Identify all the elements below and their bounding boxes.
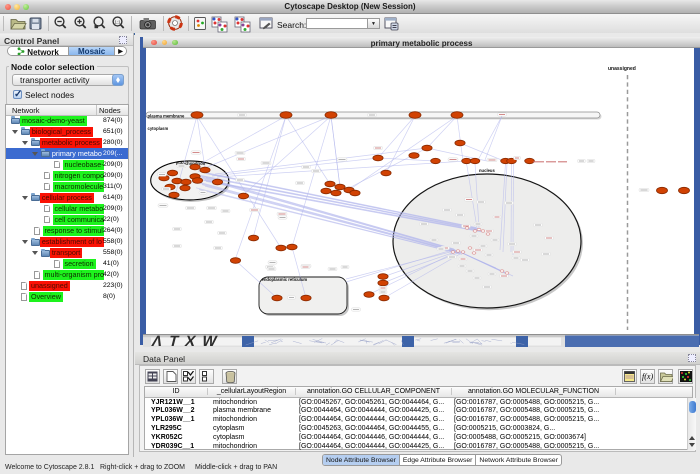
- svg-text:cytoplasm: cytoplasm: [148, 126, 169, 131]
- svg-text:nucleus: nucleus: [479, 168, 495, 173]
- svg-text:plasma membrane: plasma membrane: [148, 113, 185, 118]
- svg-text:endoplasmic reticulum: endoplasmic reticulum: [262, 277, 308, 282]
- svg-text:1:1: 1:1: [115, 19, 122, 24]
- svg-text:unassigned: unassigned: [608, 66, 636, 72]
- svg-text:ΛTΧW: ΛTΧW: [150, 334, 225, 347]
